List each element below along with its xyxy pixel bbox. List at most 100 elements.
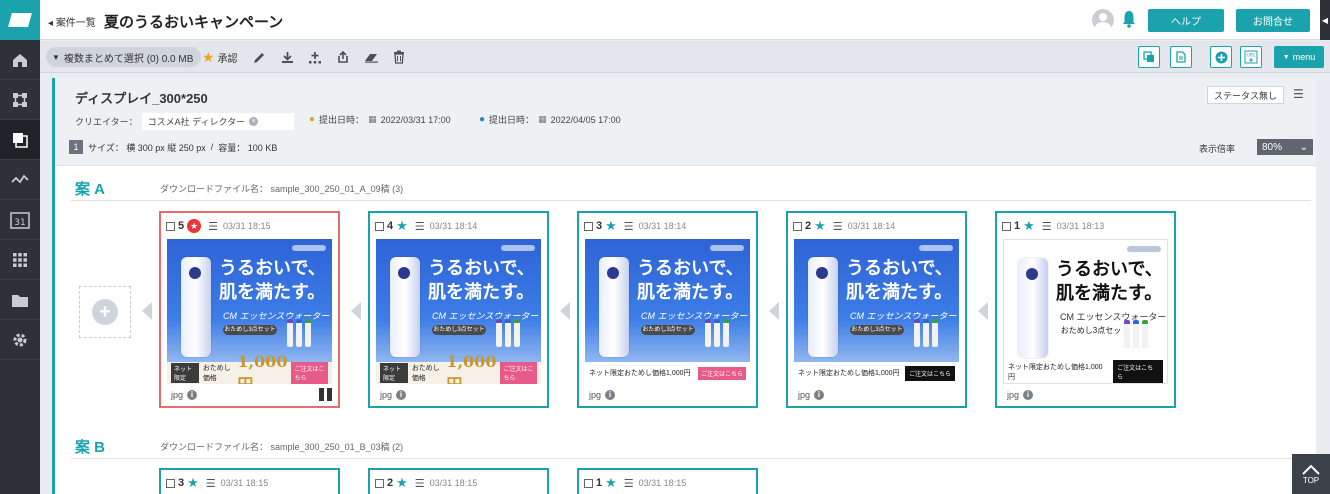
scroll-top-button[interactable]: TOP [1292,454,1330,494]
card-checkbox[interactable] [584,221,593,231]
upload-replace-icon[interactable] [334,48,352,66]
version-card[interactable]: 3 ★ ☰ 03/31 18:14 うるおいで、 肌を満たす。 CM エッセンスウ… [577,211,758,408]
star-icon[interactable]: ★ [814,218,826,234]
star-icon[interactable]: ★ [187,475,199,491]
avatar[interactable] [1092,9,1114,31]
card-checkbox[interactable] [166,221,175,231]
submitted-meta: ● 提出日時： ▦ 2022/03/31 17:00 [309,113,451,126]
contact-button[interactable]: お問合せ [1236,9,1310,32]
version-card[interactable]: 1 ★ ☰ 03/31 18:15 [577,468,758,494]
banner-headline: うるおいで、 肌を満たす。 [219,257,332,305]
gear-icon[interactable] [0,320,40,360]
breadcrumb-label[interactable]: 案件一覧 [56,18,96,29]
banner-thumbnail[interactable]: うるおいで、 肌を満たす。 CM エッセンスウォーター おためし3点セット ネット… [585,239,750,384]
file-format: jpg [171,390,184,400]
collapse-panel-icon[interactable]: ◀ [1320,0,1330,40]
star-icon[interactable]: ★ [396,218,408,234]
compare-view-icon[interactable] [1138,46,1160,68]
help-button[interactable]: ヘルプ [1148,9,1224,32]
card-checkbox[interactable] [166,478,175,488]
trash-icon[interactable] [390,48,408,66]
info-icon[interactable]: i [814,390,825,400]
download-name: sample_300_250_01_A_09稿 (3) [270,184,404,194]
list-icon[interactable]: ☰ [833,220,843,233]
info-icon[interactable]: i [187,390,198,400]
star-icon[interactable]: ★ [396,475,408,491]
card-checkbox[interactable] [375,221,384,231]
approved-star-icon[interactable]: ★ [187,219,202,233]
creative-info: ディスプレイ_300*250 ステータス無し ☰ クリエイター： コスメA社 デ… [55,78,1316,166]
calendar-icon[interactable]: 31 [0,200,40,240]
card-checkbox[interactable] [375,478,384,488]
add-circle-icon[interactable] [1210,46,1232,68]
version-time: 03/31 18:14 [638,221,687,231]
banner-thumbnail[interactable]: うるおいで、 肌を満たす。 CM エッセンスウォーター おためし3点セット ネット… [1003,239,1168,384]
person-icon: ● [309,114,316,125]
apps-grid-icon[interactable] [0,240,40,280]
list-icon[interactable]: ☰ [206,477,216,490]
chevron-down-icon: ⌄ [1299,141,1308,153]
submitted-label: 提出日時： [319,115,365,125]
add-version-button[interactable]: + [79,286,131,338]
card-checkbox[interactable] [1002,221,1011,231]
version-card[interactable]: 1 ★ ☰ 03/31 18:13 うるおいで、 肌を満たす。 CM エッセンスウ… [995,211,1176,408]
eraser-icon[interactable] [362,48,380,66]
card-checkbox[interactable] [584,478,593,488]
list-icon[interactable]: ☰ [1293,87,1304,101]
version-card[interactable]: 4 ★ ☰ 03/31 18:14 うるおいで、 肌を満たす。 CM エッセンスウ… [368,211,549,408]
version-card[interactable]: 5 ★ ☰ 03/31 18:15 うるおいで、 肌を満たす。 CM エッセンスウ… [159,211,340,408]
creatives-icon[interactable] [0,120,40,160]
info-icon[interactable]: i [1023,390,1034,400]
brand-logo [710,245,744,251]
info-icon[interactable]: i [605,390,616,400]
chevron-left-icon [351,302,361,320]
banner-thumbnail[interactable]: うるおいで、 肌を満たす。 CM エッセンスウォーター おためし3点セット ネット… [794,239,959,384]
creator-field[interactable]: コスメA社 ディレクター × [141,113,294,130]
app-logo[interactable] [0,0,40,40]
trial-price-label: おためし価格 [411,365,440,382]
banner-subtitle: CM エッセンスウォーター [1060,312,1167,322]
bottle-image [390,257,420,357]
banner-thumbnail[interactable]: うるおいで、 肌を満たす。 CM エッセンスウォーター おためし3点セット ネット… [376,239,541,384]
version-number: 3 [178,477,185,489]
clear-icon[interactable]: × [249,117,259,126]
document-icon[interactable] [1170,46,1192,68]
pencil-icon[interactable] [250,48,268,66]
download-filename-a: ダウンロードファイル名： sample_300_250_01_A_09稿 (3) [160,182,403,195]
list-icon[interactable]: ☰ [415,477,425,490]
banner-subtitle: CM エッセンスウォーター [432,311,539,321]
banner-price-bar: ネット限定おためし価格1,000円 ご注文はこちら [1004,360,1167,383]
version-card[interactable]: 2 ★ ☰ 03/31 18:14 うるおいで、 肌を満たす。 CM エッセンスウ… [786,211,967,408]
url-add-icon[interactable]: URL [1240,46,1262,68]
big-price: 1,000円 [446,351,497,385]
info-icon[interactable]: i [396,390,407,400]
status-button[interactable]: ステータス無し [1207,86,1285,104]
breadcrumb[interactable]: ◂ 案件一覧 [48,14,96,29]
star-icon[interactable]: ★ [1023,218,1035,234]
menu-button[interactable]: ▼ menu [1274,46,1324,68]
card-checkbox[interactable] [793,221,802,231]
add-grid-icon[interactable] [306,48,324,66]
bulk-select-button[interactable]: ▼ 複数まとめて選択 (0) 0.0 MB [46,47,202,67]
bell-icon[interactable] [1122,10,1136,33]
version-card[interactable]: 2 ★ ☰ 03/31 18:15 [368,468,549,494]
list-icon[interactable]: ☰ [1042,220,1052,233]
approve-button[interactable]: ★ 承認 [202,49,238,66]
folder-icon[interactable] [0,280,40,320]
qr-code-icon[interactable] [319,388,332,401]
list-icon[interactable]: ☰ [624,477,634,490]
star-icon[interactable]: ★ [605,218,617,234]
star-icon[interactable]: ★ [605,475,617,491]
sitemap-icon[interactable] [0,80,40,120]
list-icon[interactable]: ☰ [624,220,634,233]
zoom-select[interactable]: 80% ⌄ [1257,139,1313,155]
page-title: 夏のうるおいキャンペーン [104,14,284,31]
banner-thumbnail[interactable]: うるおいで、 肌を満たす。 CM エッセンスウォーター おためし3点セット ネット… [167,239,332,384]
download-icon[interactable] [278,48,296,66]
home-icon[interactable] [0,40,40,80]
list-icon[interactable]: ☰ [415,220,425,233]
approve-label: 承認 [217,54,238,65]
analytics-icon[interactable] [0,160,40,200]
list-icon[interactable]: ☰ [208,220,218,233]
version-card[interactable]: 3 ★ ☰ 03/31 18:15 [159,468,340,494]
